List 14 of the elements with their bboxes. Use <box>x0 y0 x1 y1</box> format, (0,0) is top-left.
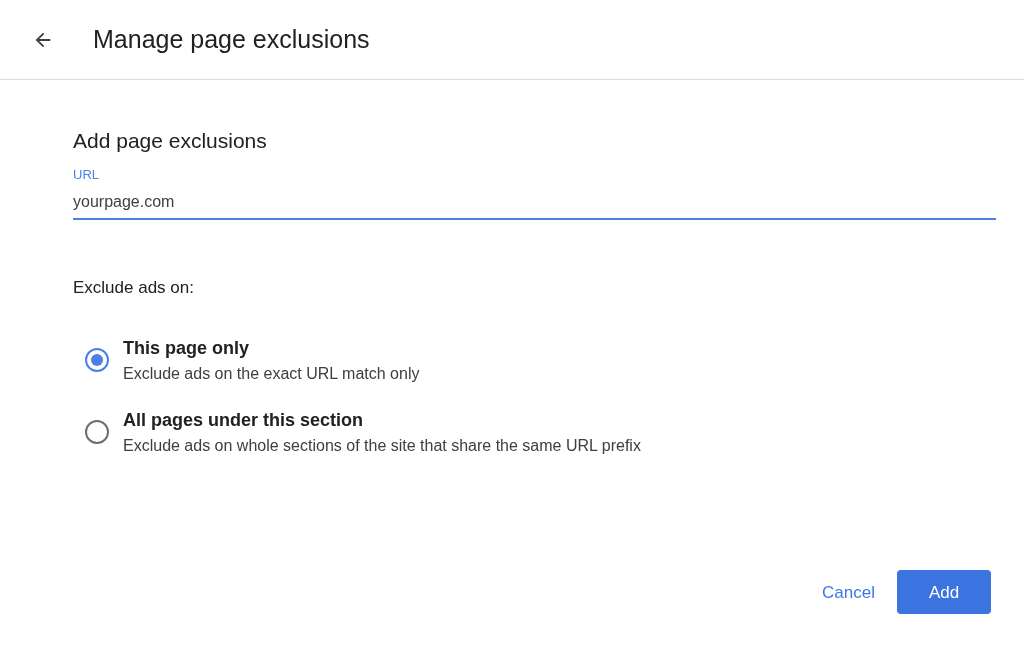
cancel-button[interactable]: Cancel <box>820 569 877 615</box>
field-label: URL <box>73 167 99 183</box>
option-title: All pages under this section <box>123 408 364 432</box>
url-input[interactable]: yourpage.com <box>73 192 996 212</box>
option-description: Exclude ads on whole sections of the site that share the same URL prefix <box>123 435 641 456</box>
option-title: This page only <box>123 336 250 360</box>
section-title: Add page exclusions <box>73 128 267 154</box>
exclude-label: Exclude ads on: <box>73 277 194 299</box>
page-title: Manage page exclusions <box>93 23 370 55</box>
radio-button[interactable] <box>85 419 109 444</box>
add-button[interactable]: Add <box>897 570 991 615</box>
option-description: Exclude ads on the exact URL match only <box>123 363 420 384</box>
radio-button[interactable] <box>85 347 109 372</box>
url-input-field[interactable]: URL yourpage.com <box>73 167 996 220</box>
